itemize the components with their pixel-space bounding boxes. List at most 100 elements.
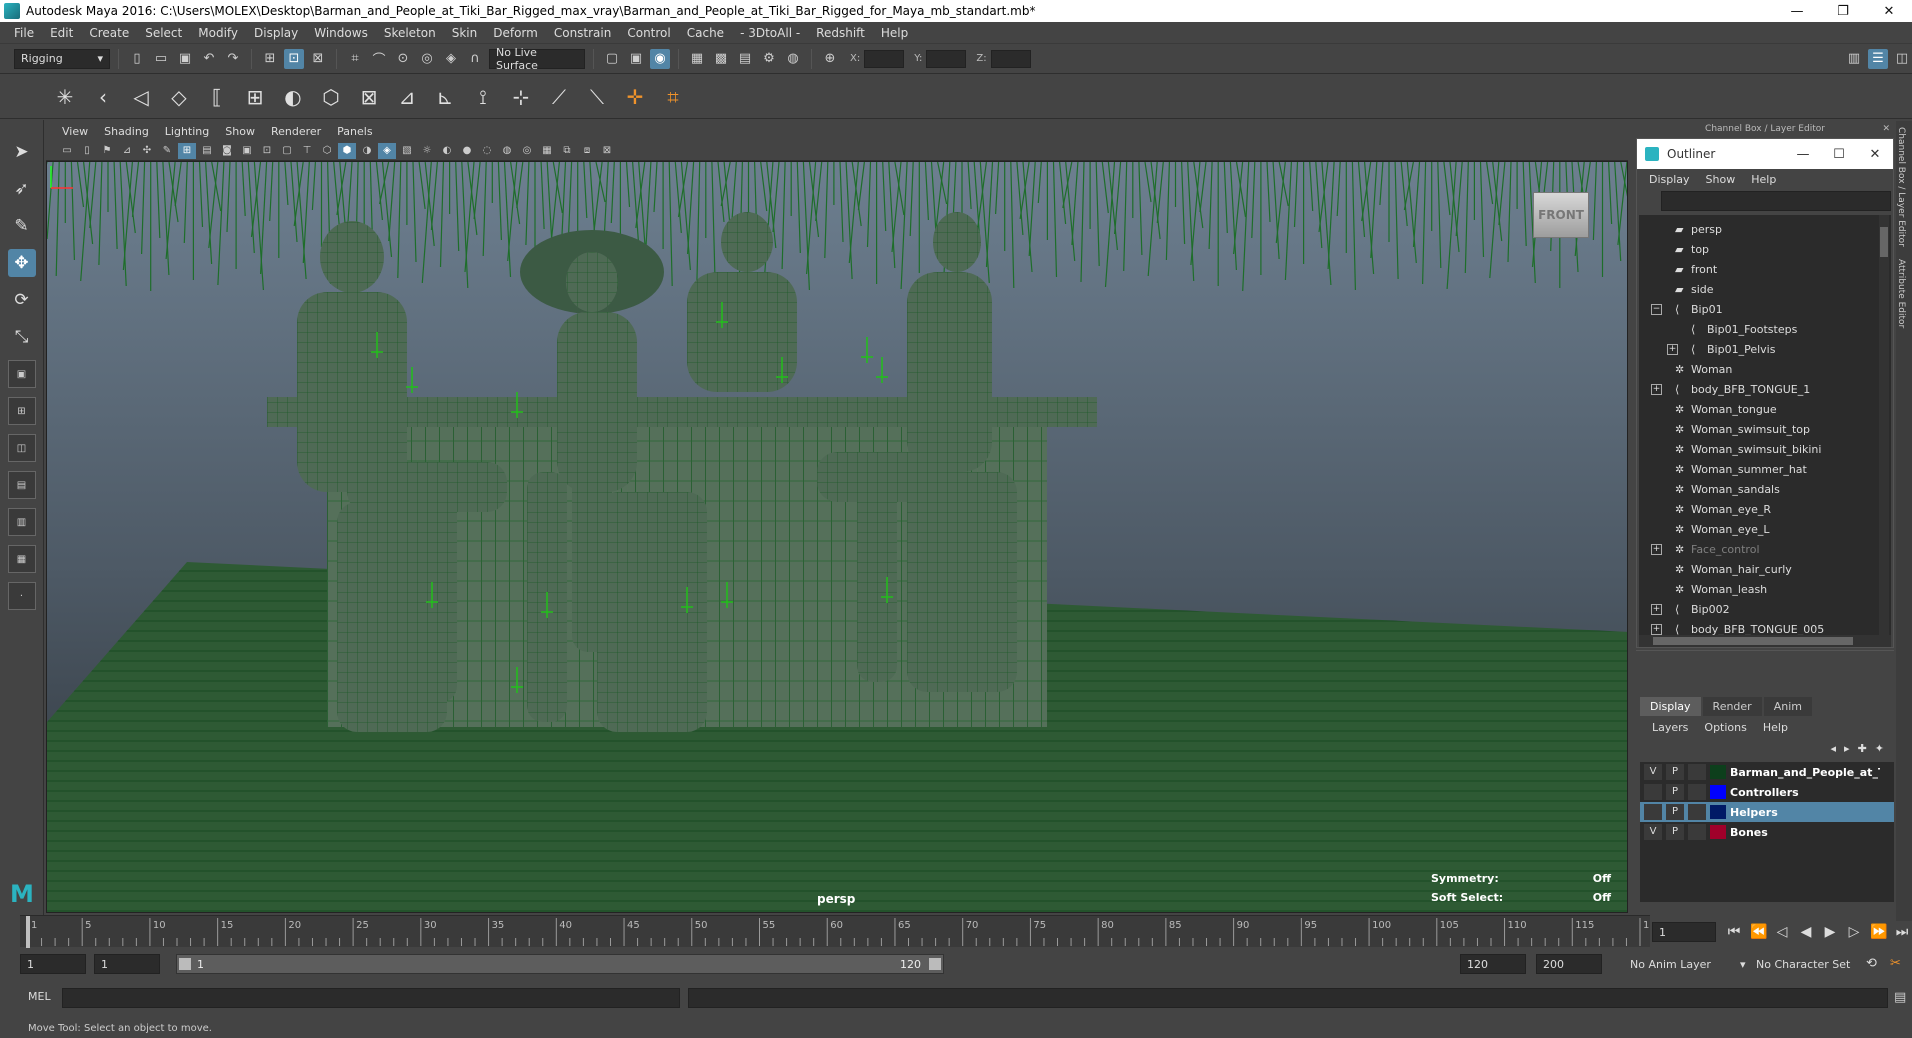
perspective-viewport[interactable]: FRONT persp Symmetry: Off Soft Select: O… — [46, 161, 1628, 913]
step-forward-key-icon[interactable]: ⏩ — [1870, 924, 1887, 940]
layer-visibility-toggle[interactable]: V — [1644, 764, 1662, 780]
animation-prefs-icon[interactable]: ✂ — [1890, 956, 1901, 971]
snap-view-icon[interactable]: ◎ — [417, 49, 437, 69]
playback-start-field[interactable]: 1 — [94, 954, 160, 974]
live-surface-field[interactable]: No Live Surface — [489, 46, 585, 72]
end-time-field[interactable]: 200 — [1536, 954, 1602, 974]
parent-constraint-icon[interactable]: ⟋ — [544, 82, 574, 112]
playback-end-field[interactable]: 120 — [1460, 954, 1526, 974]
outliner-search-input[interactable] — [1661, 191, 1891, 211]
outliner-persp-layout-icon[interactable]: ▤ — [7, 471, 36, 499]
resolution-gate-icon[interactable]: ◙ — [218, 143, 236, 159]
select-camera-icon[interactable]: ▭ — [58, 143, 76, 159]
menu-help[interactable]: Help — [873, 26, 916, 40]
bracket-locator-icon[interactable]: ⌗ — [658, 82, 688, 112]
collapse-icon[interactable]: − — [1651, 303, 1662, 315]
character-set-dropdown[interactable]: No Character Set — [1756, 958, 1850, 971]
2d-pan-zoom-icon[interactable]: ✣ — [138, 143, 156, 159]
tool-settings-icon[interactable]: ◫ — [1892, 49, 1912, 69]
menu-3dtoall[interactable]: - 3DtoAll - — [732, 26, 808, 40]
x-field[interactable] — [864, 49, 905, 68]
aim-constraint-icon[interactable]: ⟟ — [468, 82, 498, 112]
step-back-frame-icon[interactable]: ◁ — [1774, 924, 1790, 940]
outliner-item[interactable]: − ⟨ Bip01 — [1639, 299, 1869, 319]
outliner-item[interactable]: ✲ Woman_leash — [1639, 579, 1869, 599]
layer-display-type-toggle[interactable] — [1688, 804, 1706, 820]
outliner-item[interactable]: ⟨ Bip01_Footsteps — [1639, 319, 1869, 339]
menu-control[interactable]: Control — [619, 26, 678, 40]
motion-blur-icon[interactable]: ◌ — [478, 143, 496, 159]
layer-color-swatch[interactable] — [1710, 765, 1726, 779]
graph-layout-icon[interactable]: ▥ — [7, 508, 36, 536]
menu-display[interactable]: Display — [246, 26, 306, 40]
input-ops-icon[interactable]: ▢ — [602, 49, 622, 69]
viewport-menu-renderer[interactable]: Renderer — [263, 125, 329, 138]
two-pane-layout-icon[interactable]: ◫ — [7, 434, 36, 462]
viewport-menu-show[interactable]: Show — [217, 125, 263, 138]
point-constraint-icon[interactable]: ⊾ — [430, 82, 460, 112]
snap-surface-icon[interactable]: ◈ — [441, 49, 461, 69]
outliner-horizontal-scrollbar[interactable] — [1639, 635, 1891, 647]
lasso-tool-icon[interactable]: ➶ — [8, 175, 36, 203]
rig-locator-marker[interactable] — [406, 367, 418, 393]
pole-vector-icon[interactable]: ⟍ — [582, 82, 612, 112]
command-input[interactable] — [62, 988, 680, 1008]
menu-skeleton[interactable]: Skeleton — [376, 26, 444, 40]
bookmark-icon[interactable]: ⚑ — [98, 143, 116, 159]
ik-spline-icon[interactable]: ◁ — [126, 82, 156, 112]
outliner-menu-display[interactable]: Display — [1641, 173, 1698, 186]
paint-select-icon[interactable]: ✎ — [8, 212, 36, 240]
open-scene-icon[interactable]: ▭ — [151, 49, 171, 69]
outliner-vertical-scrollbar[interactable] — [1879, 215, 1889, 635]
bind-skin-icon[interactable]: ⊠ — [354, 82, 384, 112]
wrap-icon[interactable]: ⬡ — [316, 82, 346, 112]
layer-menu-layers[interactable]: Layers — [1644, 721, 1696, 734]
select-component-icon[interactable]: ⊠ — [308, 49, 328, 69]
paint-weights-icon[interactable]: ⊿ — [392, 82, 422, 112]
undo-icon[interactable]: ↶ — [199, 49, 219, 69]
outliner-item[interactable]: ✲ Woman_swimsuit_bikini — [1639, 439, 1869, 459]
layer-tab-render[interactable]: Render — [1702, 697, 1762, 716]
range-slider[interactable]: 1 120 — [176, 954, 944, 974]
expand-icon[interactable]: + — [1667, 343, 1678, 355]
menu-deform[interactable]: Deform — [485, 26, 546, 40]
play-forwards-icon[interactable]: ▶ — [1822, 924, 1838, 940]
ik-handle-icon[interactable]: ‹ — [88, 82, 118, 112]
layer-menu-help[interactable]: Help — [1755, 721, 1796, 734]
scale-tool-icon[interactable]: ⤡ — [8, 323, 36, 351]
layer-tab-anim[interactable]: Anim — [1763, 697, 1812, 716]
textured-icon[interactable]: ▧ — [398, 143, 416, 159]
redo-icon[interactable]: ↷ — [223, 49, 243, 69]
outliner-item[interactable]: ▰ top — [1639, 239, 1869, 259]
range-end-handle[interactable] — [929, 958, 941, 970]
snap-point-icon[interactable]: ⊙ — [393, 49, 413, 69]
camera-attributes-icon[interactable]: ▯ — [78, 143, 96, 159]
smooth-shade-icon[interactable]: ⬢ — [338, 142, 356, 159]
insert-joint-icon[interactable]: ◇ — [164, 82, 194, 112]
single-pane-layout-icon[interactable]: ▣ — [7, 360, 36, 388]
save-scene-icon[interactable]: ▣ — [175, 49, 195, 69]
outliner-item[interactable]: ▰ front — [1639, 259, 1869, 279]
scroll-thumb[interactable] — [1653, 637, 1853, 645]
y-field[interactable] — [926, 49, 967, 68]
outliner-item[interactable]: ▰ persp — [1639, 219, 1869, 239]
default-material-icon[interactable]: ◑ — [358, 143, 376, 159]
viewport-menu-panels[interactable]: Panels — [329, 125, 380, 138]
layer-display-type-toggle[interactable] — [1688, 784, 1706, 800]
select-object-icon[interactable]: ⊡ — [284, 48, 304, 69]
outliner-item[interactable]: ✲ Woman_eye_L — [1639, 519, 1869, 539]
menu-create[interactable]: Create — [81, 26, 137, 40]
side-tab[interactable]: Attribute Editor — [1896, 253, 1906, 334]
xray-joints-icon[interactable]: ⧈ — [578, 143, 596, 159]
transform-mode-icon[interactable]: ⊕ — [820, 49, 840, 69]
auto-key-icon[interactable]: ⟲ — [1866, 956, 1877, 971]
minimize-button[interactable]: — — [1774, 0, 1820, 22]
menu-skin[interactable]: Skin — [444, 26, 486, 40]
outliner-menu-help[interactable]: Help — [1743, 173, 1784, 186]
range-start-handle[interactable] — [179, 958, 191, 970]
anim-layer-dropdown[interactable]: No Anim Layer — [1630, 958, 1711, 971]
new-scene-icon[interactable]: ▯ — [127, 49, 147, 69]
command-language-label[interactable]: MEL — [28, 990, 51, 1003]
hypershade-icon[interactable]: ◍ — [783, 49, 803, 69]
xray-icon[interactable]: ⧉ — [558, 143, 576, 159]
